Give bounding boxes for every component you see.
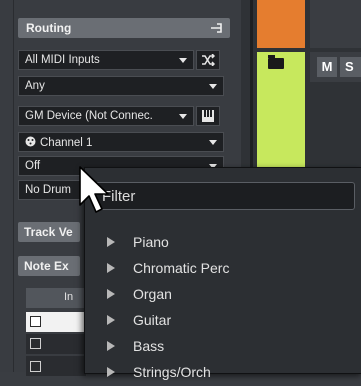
midi-input-select[interactable]: All MIDI Inputs: [18, 50, 194, 70]
chevron-down-icon: [209, 84, 217, 89]
table-header-in: In: [64, 291, 74, 303]
program-value: Off: [25, 160, 41, 172]
checkbox[interactable]: [30, 361, 41, 372]
output-device-select[interactable]: GM Device (Not Connec.: [18, 106, 194, 126]
chevron-down-icon: [179, 114, 187, 119]
chevron-down-icon: [179, 58, 187, 63]
track-versions-label: Track Ve: [24, 225, 73, 239]
solo-button[interactable]: S: [340, 57, 361, 77]
item-label: Chromatic Perc: [133, 260, 230, 276]
midi-input-value: All MIDI Inputs: [25, 54, 100, 66]
note-expression-label: Note Ex: [24, 259, 69, 273]
popup-item-chromatic-perc[interactable]: Chromatic Perc: [85, 256, 361, 282]
note-expression-section[interactable]: Note Ex: [18, 256, 80, 276]
panel-edge: [13, 0, 14, 372]
track-versions-section[interactable]: Track Ve: [18, 222, 80, 242]
caret-right-icon: [107, 367, 115, 377]
mouse-pointer-icon: [79, 166, 109, 213]
caret-right-icon: [107, 341, 115, 351]
track-header-top: [310, 0, 361, 48]
item-label: Piano: [133, 234, 169, 250]
output-device-value: GM Device (Not Connec.: [25, 110, 153, 122]
folder-icon: [268, 55, 284, 69]
popup-item-bass[interactable]: Bass: [85, 334, 361, 360]
mute-label: M: [321, 59, 333, 74]
popup-item-organ[interactable]: Organ: [85, 282, 361, 308]
caret-right-icon: [107, 315, 115, 325]
shuffle-icon: [202, 53, 216, 67]
edit-instrument-button[interactable]: [196, 106, 220, 126]
drum-map-value: No Drum: [25, 184, 72, 196]
caret-right-icon: [107, 237, 115, 247]
keyboard-icon: [202, 110, 214, 122]
item-label: Strings/Orch: [133, 364, 211, 380]
routing-connect-icon[interactable]: [210, 22, 222, 34]
item-label: Guitar: [133, 312, 172, 328]
caret-right-icon: [107, 263, 115, 273]
checkbox[interactable]: [30, 316, 41, 327]
item-label: Organ: [133, 286, 172, 302]
caret-right-icon: [107, 289, 115, 299]
channel-value: Channel 1: [40, 137, 93, 149]
instrument-popup: Filter Piano Chromatic Perc Organ Guitar…: [84, 167, 361, 380]
midi-channel-filter-select[interactable]: Any: [18, 76, 224, 96]
filter-input[interactable]: Filter: [93, 182, 355, 210]
checkbox[interactable]: [30, 338, 41, 349]
channel-filter-value: Any: [25, 80, 45, 92]
popup-item-strings-orch[interactable]: Strings/Orch: [85, 360, 361, 386]
table-header: In: [26, 288, 86, 308]
solo-label: S: [345, 59, 354, 74]
routing-header[interactable]: Routing: [18, 18, 230, 38]
shuffle-button[interactable]: [196, 50, 220, 70]
channel-icon: [25, 136, 36, 147]
chevron-down-icon: [209, 140, 217, 145]
folder-track-color: [257, 0, 305, 48]
midi-channel-select[interactable]: Channel 1: [18, 132, 224, 152]
popup-item-piano[interactable]: Piano: [85, 230, 361, 256]
popup-item-guitar[interactable]: Guitar: [85, 308, 361, 334]
routing-title: Routing: [26, 21, 72, 35]
item-label: Bass: [133, 338, 165, 354]
mute-button[interactable]: M: [317, 57, 337, 77]
